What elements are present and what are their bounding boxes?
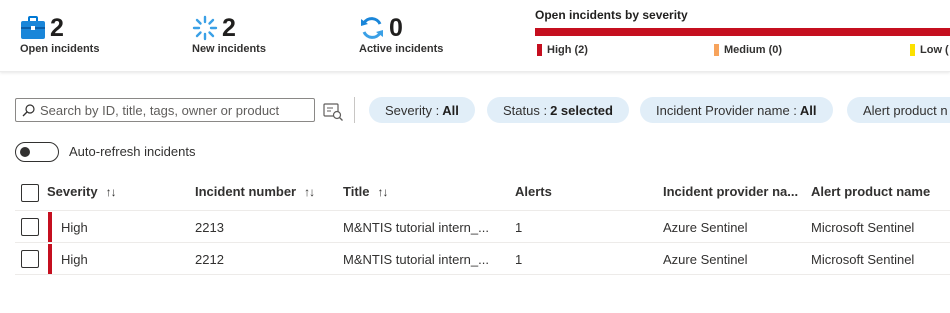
filter-alert-product-name: Alert product n: [863, 102, 948, 118]
auto-refresh-toggle[interactable]: [15, 142, 59, 162]
filter-severity[interactable]: Severity : All: [369, 97, 475, 123]
column-label-severity: Severity: [47, 184, 98, 199]
open-incidents-count: 2: [50, 14, 64, 42]
legend-medium: Medium (0): [714, 44, 782, 56]
refresh-icon: [361, 17, 383, 39]
column-header-alert-product[interactable]: Alert product name: [811, 184, 930, 199]
column-label-alerts: Alerts: [515, 184, 552, 199]
row-checkbox[interactable]: [21, 250, 39, 268]
open-incidents-stat: 2 Open incidents: [20, 14, 99, 55]
cell-title[interactable]: M&NTIS tutorial intern_...: [343, 252, 489, 267]
sort-icon[interactable]: ↑↓: [304, 185, 315, 199]
row-divider: [15, 274, 950, 275]
cell-incident-number: 2212: [195, 252, 224, 267]
severity-chart-title: Open incidents by severity: [535, 8, 688, 22]
legend-label-high: High (2): [547, 44, 588, 56]
filter-status-name: Status :: [503, 102, 548, 118]
cell-severity: High: [61, 220, 88, 235]
sort-icon[interactable]: ↑↓: [106, 185, 117, 199]
briefcase-icon: [21, 16, 45, 39]
legend-label-medium: Medium (0): [724, 44, 783, 56]
row-divider: [15, 242, 950, 243]
toolbar-divider: [354, 97, 355, 123]
severity-marker: [48, 212, 52, 242]
column-header-alerts[interactable]: Alerts: [515, 184, 552, 199]
search-input[interactable]: [40, 102, 310, 118]
legend-low: Low (: [910, 44, 949, 56]
new-incidents-label: New incidents: [192, 43, 266, 55]
filter-alert-product[interactable]: Alert product n: [847, 97, 950, 123]
severity-segment-0: [535, 28, 950, 36]
filter-incident-provider[interactable]: Incident Provider name : All: [640, 97, 833, 123]
cell-severity: High: [61, 252, 88, 267]
column-label-title: Title: [343, 184, 370, 199]
column-header-severity[interactable]: Severity ↑↓: [47, 184, 117, 199]
cell-incident-number: 2213: [195, 220, 224, 235]
filter-provider-value: All: [799, 102, 817, 118]
legend-swatch-low: [910, 44, 915, 56]
severity-distribution-bar: [535, 28, 950, 36]
new-incidents-count: 2: [222, 14, 236, 42]
column-header-title[interactable]: Title ↑↓: [343, 184, 389, 199]
filter-severity-value: All: [442, 102, 459, 118]
filter-status[interactable]: Status : 2 selected: [487, 97, 629, 123]
toggle-knob: [20, 147, 30, 157]
legend-swatch-high: [537, 44, 542, 56]
filter-provider-name: Incident Provider name :: [656, 102, 797, 118]
cell-alerts: 1: [515, 252, 523, 267]
cell-provider: Azure Sentinel: [663, 220, 748, 235]
legend-label-low: Low (: [920, 44, 949, 56]
open-incidents-label: Open incidents: [20, 43, 100, 55]
select-all-checkbox[interactable]: [21, 184, 39, 202]
column-label-provider: Incident provider na...: [663, 184, 799, 199]
sort-icon[interactable]: ↑↓: [378, 185, 389, 199]
column-label-alert-product: Alert product name: [811, 184, 931, 199]
active-incidents-label: Active incidents: [359, 43, 444, 55]
severity-marker: [48, 244, 52, 274]
filter-status-value: 2 selected: [550, 102, 613, 118]
new-incidents-stat: 2 New incidents: [192, 14, 266, 55]
legend-high: High (2): [537, 44, 588, 56]
cell-alert-product: Microsoft Sentinel: [811, 252, 915, 267]
legend-swatch-medium: [714, 44, 719, 56]
column-header-provider[interactable]: Incident provider na...: [663, 184, 798, 199]
cell-provider: Azure Sentinel: [663, 252, 748, 267]
search-box[interactable]: [15, 98, 315, 122]
row-checkbox[interactable]: [21, 218, 39, 236]
auto-refresh-label: Auto-refresh incidents: [69, 144, 196, 159]
header-divider: [15, 210, 950, 211]
cell-alert-product: Microsoft Sentinel: [811, 220, 915, 235]
incident-summary-bar: 2 Open incidents 2 New incidents 0 Activ…: [0, 0, 950, 72]
active-incidents-stat: 0 Active incidents: [359, 14, 443, 55]
search-icon: [22, 103, 35, 116]
cell-alerts: 1: [515, 220, 523, 235]
column-label-incident-number: Incident number: [195, 184, 297, 199]
advanced-search-icon[interactable]: [322, 100, 344, 122]
active-incidents-count: 0: [389, 14, 403, 42]
filter-severity-name: Severity :: [385, 102, 440, 118]
cell-title[interactable]: M&NTIS tutorial intern_...: [343, 220, 489, 235]
column-header-incident-number[interactable]: Incident number ↑↓: [195, 184, 315, 199]
spinner-icon: [192, 15, 218, 41]
